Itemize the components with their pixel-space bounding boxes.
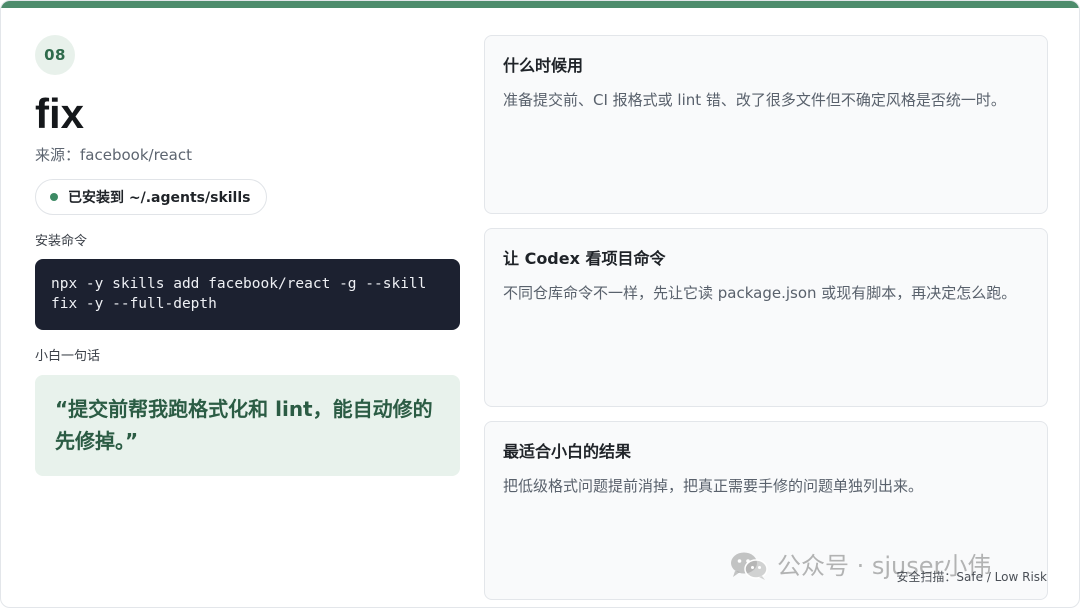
top-accent-bar <box>1 1 1079 8</box>
card-body: 准备提交前、CI 报格式或 lint 错、改了很多文件但不确定风格是否统一时。 <box>503 91 1006 109</box>
safety-scan-note: 安全扫描：Safe / Low Risk <box>896 570 1047 584</box>
info-card-project-commands: 让 Codex 看项目命令 不同仓库命令不一样，先让它读 package.jso… <box>484 228 1048 407</box>
quote-box: “提交前帮我跑格式化和 lint，能自动修的先修掉。” <box>35 375 460 476</box>
card-title: 让 Codex 看项目命令 <box>503 249 666 268</box>
card-body: 把低级格式问题提前消掉，把真正需要手修的问题单独列出来。 <box>503 477 924 495</box>
card-title: 什么时候用 <box>503 56 584 75</box>
info-card-when-to-use: 什么时候用 准备提交前、CI 报格式或 lint 错、改了很多文件但不确定风格是… <box>484 35 1048 214</box>
slide-frame: 08 fix 来源：facebook/react 已安装到 ~/.agents/… <box>0 0 1080 608</box>
skill-source: 来源：facebook/react <box>35 146 192 164</box>
card-body: 不同仓库命令不一样，先让它读 package.json 或现有脚本，再决定怎么跑… <box>503 284 1017 302</box>
installed-status-text: 已安装到 ~/.agents/skills <box>68 190 251 206</box>
info-cards-panel: 什么时候用 准备提交前、CI 报格式或 lint 错、改了很多文件但不确定风格是… <box>484 35 1048 600</box>
quote-label: 小白一句话 <box>35 349 101 364</box>
install-command-code[interactable]: npx -y skills add facebook/react -g --sk… <box>35 259 460 330</box>
slide-number-badge: 08 <box>35 35 75 75</box>
wechat-icon <box>731 552 768 580</box>
skill-summary-panel: 08 fix 来源：facebook/react 已安装到 ~/.agents/… <box>35 35 460 476</box>
card-title: 最适合小白的结果 <box>503 442 632 461</box>
install-command-label: 安装命令 <box>35 234 88 249</box>
installed-status-pill: 已安装到 ~/.agents/skills <box>35 179 268 215</box>
skill-title: fix <box>35 90 85 137</box>
status-dot-icon <box>50 193 58 201</box>
